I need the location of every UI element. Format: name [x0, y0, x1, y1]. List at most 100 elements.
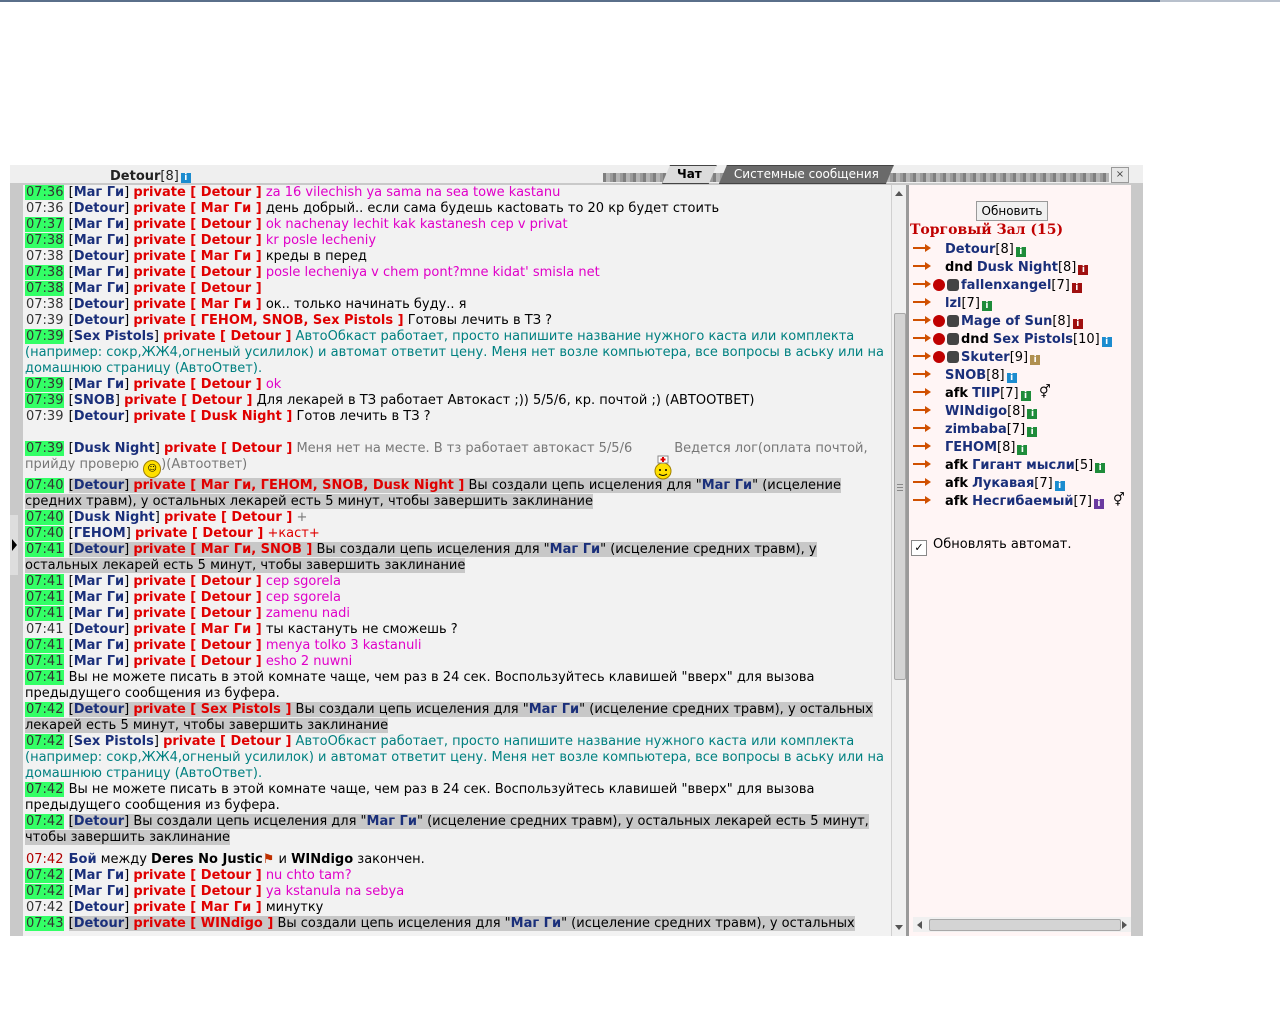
user-name[interactable]: lzl [945, 296, 961, 311]
target-name[interactable]: Маг Ги [511, 916, 561, 931]
user-name[interactable]: ГЕНОМ [945, 440, 997, 455]
sender-name[interactable]: Detour [74, 313, 124, 328]
info-icon[interactable]: i [180, 173, 191, 183]
user-name[interactable]: Detour [945, 242, 995, 257]
sender-name[interactable]: Detour [74, 900, 124, 915]
sender-name[interactable]: Detour [74, 622, 124, 637]
private-message-icon[interactable] [913, 259, 931, 273]
private-recipients[interactable]: private [ Detour ] [133, 606, 261, 621]
sender-name[interactable]: Detour [74, 702, 124, 717]
private-recipients[interactable]: private [ Detour ] [133, 377, 261, 392]
user-list-item[interactable]: zimbaba[7] i [913, 421, 1131, 439]
private-recipients[interactable]: private [ Detour ] [133, 884, 261, 899]
private-recipients[interactable]: private [ Маг Ги ] [133, 900, 261, 915]
user-name[interactable]: Лукавая [972, 476, 1034, 491]
fighter-name[interactable]: WINdigo [291, 852, 353, 867]
info-icon[interactable]: i [1015, 247, 1026, 257]
sender-name[interactable]: Detour [74, 814, 124, 829]
private-recipients[interactable]: private [ Маг Ги ] [133, 297, 261, 312]
user-list-item[interactable]: SNOB[8] i [913, 367, 1131, 385]
user-name[interactable]: fallenxangel [961, 278, 1051, 293]
user-list-item[interactable]: Skuter[9] i [913, 349, 1131, 367]
sender-name[interactable]: Detour [74, 916, 124, 931]
sender-name[interactable]: Маг Ги [74, 868, 124, 883]
private-recipients[interactable]: private [ Detour ] [135, 526, 263, 541]
private-message-icon[interactable] [913, 457, 931, 471]
private-recipients[interactable]: private [ Detour ] [133, 868, 261, 883]
user-list-item[interactable]: Detour[8] i [913, 241, 1131, 259]
private-recipients[interactable]: private [ Detour ] [133, 638, 261, 653]
user-list-item[interactable]: lzl[7] i [913, 295, 1131, 313]
info-icon[interactable]: i [1071, 283, 1082, 293]
close-icon[interactable]: × [1111, 167, 1129, 183]
collapse-arrow-icon[interactable] [10, 515, 18, 575]
info-icon[interactable]: i [1027, 409, 1038, 419]
sender-name[interactable]: Маг Ги [74, 233, 124, 248]
sender-name[interactable]: Маг Ги [74, 590, 124, 605]
sender-name[interactable]: Маг Ги [74, 281, 124, 296]
user-name[interactable]: zimbaba [945, 422, 1007, 437]
battle-label[interactable]: Бой [69, 852, 97, 867]
info-icon[interactable]: i [1095, 463, 1106, 473]
info-icon[interactable]: i [1017, 445, 1028, 455]
user-list-item[interactable]: ГЕНОМ[8] i [913, 439, 1131, 457]
sender-name[interactable]: Detour [74, 249, 124, 264]
private-recipients[interactable]: private [ Detour ] [164, 441, 292, 456]
sender-name[interactable]: Sex Pistols [74, 734, 154, 749]
tab-chat[interactable]: Чат [662, 165, 717, 184]
private-message-icon[interactable] [913, 241, 931, 255]
private-message-icon[interactable] [913, 493, 931, 507]
sender-name[interactable]: Маг Ги [74, 217, 124, 232]
sender-name[interactable]: Detour [74, 297, 124, 312]
user-list-item[interactable]: afk Лукавая[7] i [913, 475, 1131, 493]
private-recipients[interactable]: private [ Detour ] [133, 217, 261, 232]
auto-update-checkbox[interactable]: ✓ [911, 540, 927, 556]
private-message-icon[interactable] [913, 475, 931, 489]
private-recipients[interactable]: private [ Detour ] [124, 393, 252, 408]
target-name[interactable]: Маг Ги [529, 702, 579, 717]
private-recipients[interactable]: private [ Dusk Night ] [133, 409, 292, 424]
sender-name[interactable]: Маг Ги [74, 377, 124, 392]
info-icon[interactable]: i [1078, 265, 1089, 275]
private-recipients[interactable]: private [ Detour ] [133, 654, 261, 669]
user-name[interactable]: SNOB [945, 368, 986, 383]
sender-name[interactable]: Маг Ги [74, 884, 124, 899]
tab-system-messages[interactable]: Системные сообщения [719, 165, 894, 184]
user-list-item[interactable]: Mage of Sun[8] i [913, 313, 1131, 331]
sender-name[interactable]: Маг Ги [74, 265, 124, 280]
target-name[interactable]: Маг Ги [367, 814, 417, 829]
sender-name[interactable]: Dusk Night [74, 441, 155, 456]
auto-update[interactable]: ✓ Обновлять автомат. [911, 537, 1072, 556]
private-message-icon[interactable] [913, 403, 931, 417]
user-list-item[interactable]: afk Несгибаемый[7] i ⚥ [913, 493, 1131, 511]
private-message-icon[interactable] [913, 295, 931, 309]
user-name[interactable]: Mage of Sun [961, 314, 1052, 329]
info-icon[interactable]: i [1101, 337, 1112, 347]
sender-name[interactable]: Sex Pistols [74, 329, 154, 344]
scroll-up-icon[interactable] [895, 191, 903, 196]
sender-name[interactable]: SNOB [74, 393, 115, 408]
sender-name[interactable]: Маг Ги [74, 638, 124, 653]
chat-scrollbar[interactable] [891, 185, 907, 936]
user-list-item[interactable]: fallenxangel[7] i [913, 277, 1131, 295]
private-recipients[interactable]: private [ ГЕНОМ, SNOB, Sex Pistols ] [133, 313, 403, 328]
info-icon[interactable]: i [1030, 355, 1041, 365]
sender-name[interactable]: ГЕНОМ [74, 526, 126, 541]
user-name[interactable]: WINdigo [945, 404, 1007, 419]
private-recipients[interactable]: private [ Detour ] [163, 734, 291, 749]
private-recipients[interactable]: private [ Detour ] [133, 590, 261, 605]
sender-name[interactable]: Маг Ги [74, 185, 124, 200]
user-list-item[interactable]: dnd Sex Pistols[10] i [913, 331, 1131, 349]
sender-name[interactable]: Маг Ги [74, 654, 124, 669]
private-message-icon[interactable] [913, 439, 931, 453]
user-list-item[interactable]: dnd Dusk Night[8] i [913, 259, 1131, 277]
user-name[interactable]: Dusk Night [977, 260, 1058, 275]
info-icon[interactable]: i [1093, 499, 1104, 509]
private-recipients[interactable]: private [ Detour ] [133, 281, 261, 296]
private-message-icon[interactable] [913, 367, 931, 381]
info-icon[interactable]: i [1054, 481, 1065, 491]
private-message-icon[interactable] [913, 277, 931, 291]
sender-name[interactable]: Маг Ги [74, 574, 124, 589]
user-name[interactable]: Несгибаемый [972, 494, 1073, 509]
user-name[interactable]: TIIP [972, 386, 1000, 401]
